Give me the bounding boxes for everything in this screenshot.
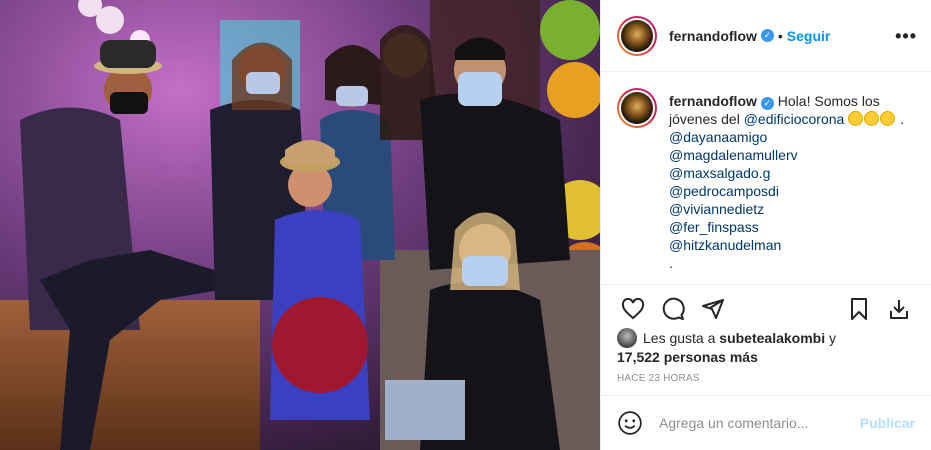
more-options-icon[interactable]: ••• [895, 26, 917, 47]
liker-avatar[interactable] [617, 328, 637, 348]
mention-link[interactable]: @pedrocamposdi [669, 182, 915, 200]
avatar-image [621, 92, 653, 124]
post-timestamp[interactable]: HACE 23 HORAS [617, 373, 700, 384]
laughing-emoji-icon [864, 111, 880, 126]
likes-count[interactable]: 17,522 personas más [617, 349, 758, 365]
comment-box: Publicar [601, 395, 931, 450]
follow-button[interactable]: Seguir [787, 28, 831, 44]
mention-link[interactable]: @edificiocorona [744, 111, 845, 127]
post-caption: fernandoflow ✓ Hola! Somos los jóvenes de… [601, 72, 931, 284]
mention-link[interactable]: @viviannedietz [669, 200, 915, 218]
likes-prefix: Les gusta a [643, 330, 716, 346]
comment-input[interactable] [659, 415, 860, 431]
publish-button[interactable]: Publicar [860, 415, 915, 431]
comment-bubble-icon[interactable] [653, 291, 693, 327]
mention-link[interactable]: @magdalenamullerv [669, 146, 915, 164]
verified-badge-icon: ✓ [760, 29, 774, 42]
share-paper-plane-icon[interactable] [693, 291, 733, 327]
avatar-image [621, 19, 653, 52]
separator-dot: • [777, 27, 783, 44]
download-icon[interactable] [879, 291, 919, 327]
like-heart-icon[interactable] [613, 291, 653, 327]
mention-link[interactable]: @maxsalgado.g [669, 164, 915, 182]
likes-summary: Les gusta a subetealakombi y 17,522 pers… [617, 328, 915, 366]
caption-trailing: . [900, 111, 904, 127]
emoji-picker-icon[interactable] [617, 410, 643, 436]
laughing-emoji-icon [848, 111, 864, 126]
liker-username[interactable]: subetealakombi [719, 330, 825, 346]
instagram-post: fernandoflow ✓ • Seguir ••• fernandoflow… [0, 0, 931, 450]
caption-author-username[interactable]: fernandoflow [669, 93, 757, 109]
avatar-ring-inner [619, 90, 655, 126]
save-bookmark-icon[interactable] [839, 291, 879, 327]
post-side-panel: fernandoflow ✓ • Seguir ••• fernandoflow… [600, 0, 931, 450]
caption-end-dot: . [669, 255, 673, 271]
caption-author-avatar[interactable] [617, 88, 657, 128]
mention-link[interactable]: @hitzkanudelman [669, 236, 915, 254]
avatar-ring-inner [619, 17, 655, 54]
verified-badge-icon: ✓ [760, 96, 774, 110]
mention-link[interactable]: @fer_finspass [669, 218, 915, 236]
author-username[interactable]: fernandoflow [669, 28, 757, 44]
mention-link[interactable]: @dayanaamigo [669, 128, 915, 146]
post-header: fernandoflow ✓ • Seguir ••• [601, 0, 931, 72]
party-photo-illustration [0, 0, 600, 450]
action-bar [601, 284, 931, 328]
action-bar-right [839, 291, 919, 322]
likes-connector: y [829, 330, 836, 346]
author-avatar[interactable] [617, 15, 657, 56]
caption-text: fernandoflow ✓ Hola! Somos los jóvenes de… [669, 92, 915, 284]
laughing-emoji-icon [880, 111, 896, 126]
post-photo[interactable] [0, 0, 600, 450]
